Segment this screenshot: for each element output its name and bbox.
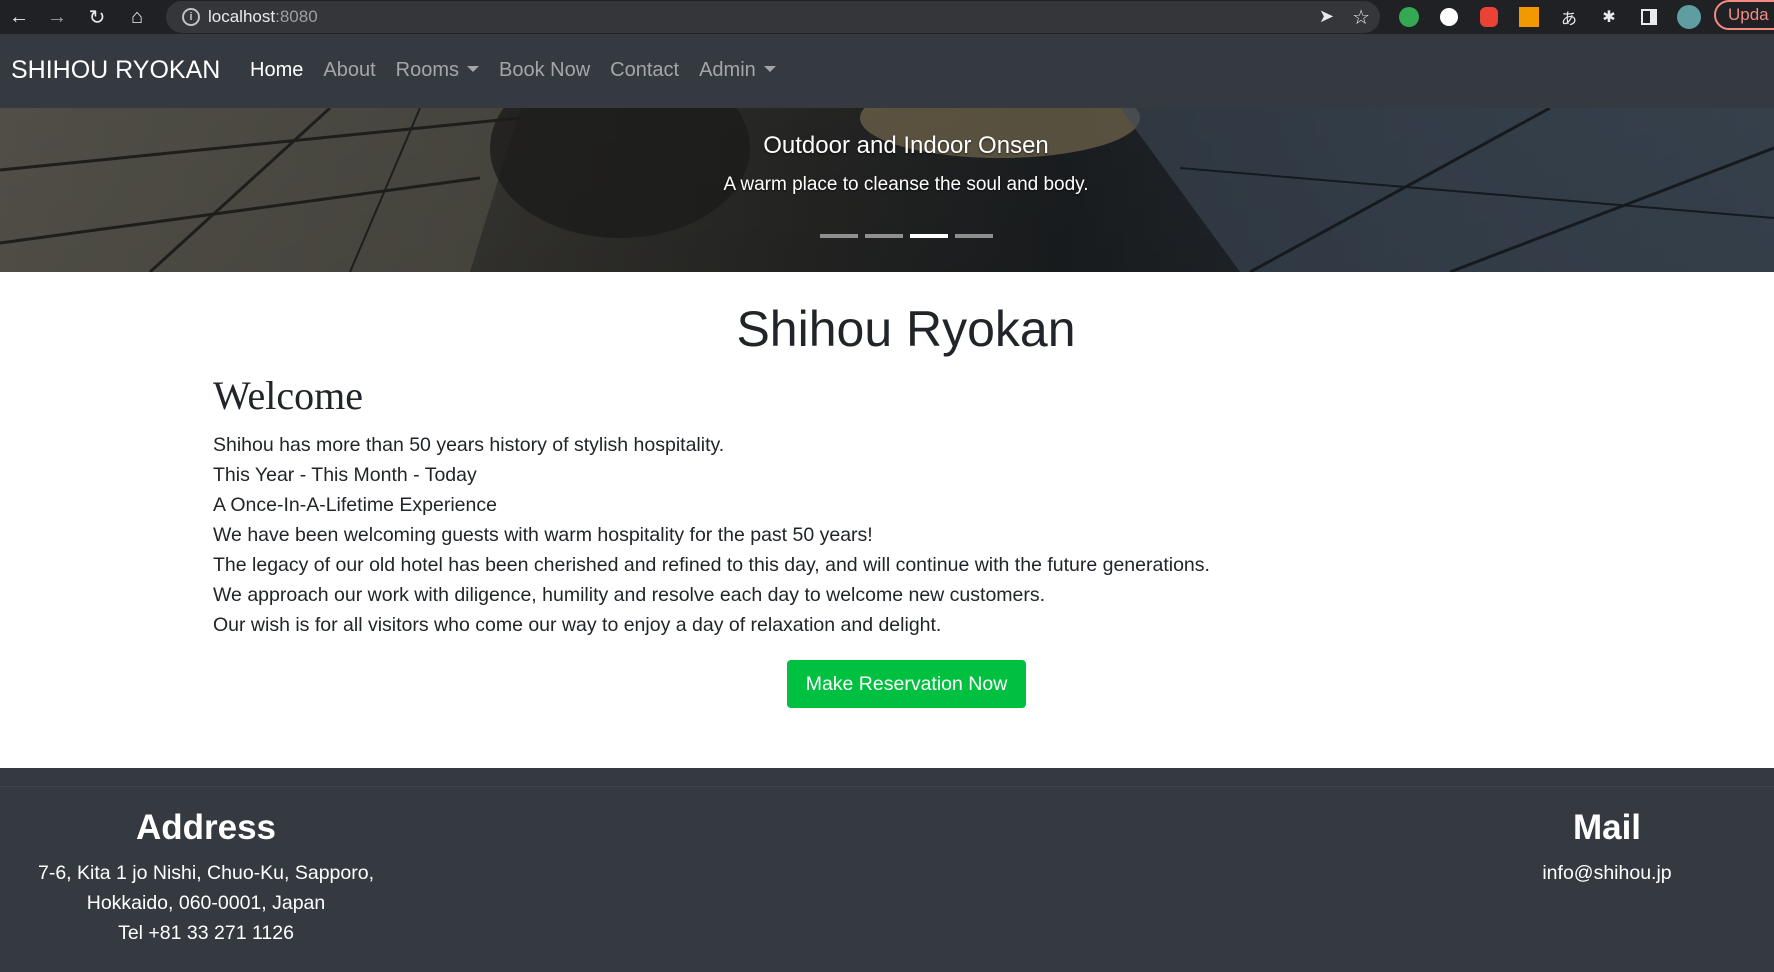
side-panel-icon[interactable]: [1636, 4, 1662, 30]
nav-admin-dropdown[interactable]: Admin: [699, 59, 776, 82]
welcome-line: The legacy of our old hotel has been che…: [213, 554, 1210, 576]
address-line: 7-6, Kita 1 jo Nishi, Chuo-Ku, Sapporo,: [37, 862, 374, 884]
carousel-indicators: [820, 234, 993, 238]
bookmark-star-icon[interactable]: ☆: [1352, 5, 1370, 30]
footer-mail: Mail info@shihou.jp: [1508, 808, 1706, 888]
send-icon[interactable]: ➤: [1319, 6, 1334, 27]
welcome-line: We approach our work with diligence, hum…: [213, 584, 1046, 606]
address-line: Hokkaido, 060-0001, Japan: [86, 892, 326, 914]
carousel-indicator-active[interactable]: [910, 234, 948, 238]
footer-divider: [0, 786, 1774, 787]
navbar-brand[interactable]: SHIHOU RYOKAN: [11, 56, 220, 85]
welcome-line: Shihou has more than 50 years history of…: [213, 434, 725, 456]
welcome-line: This Year - This Month - Today: [213, 464, 477, 486]
carousel-indicator[interactable]: [820, 234, 858, 238]
url-port: :8080: [275, 7, 318, 26]
mail-address[interactable]: info@shihou.jp: [1508, 858, 1706, 888]
site-info-icon[interactable]: i: [182, 8, 200, 26]
site-footer: Address 7-6, Kita 1 jo Nishi, Chuo-Ku, S…: [0, 768, 1774, 972]
nav-about[interactable]: About: [323, 59, 375, 82]
footer-address: Address 7-6, Kita 1 jo Nishi, Chuo-Ku, S…: [12, 808, 400, 948]
extension-green-icon[interactable]: [1396, 4, 1422, 30]
mail-heading: Mail: [1572, 808, 1642, 847]
hero-carousel[interactable]: Outdoor and Indoor Onsen A warm place to…: [0, 108, 1774, 272]
home-icon[interactable]: ⌂: [122, 2, 152, 32]
extension-red-hand-icon[interactable]: [1476, 4, 1502, 30]
url-text[interactable]: localhost:8080: [208, 7, 318, 27]
site-navbar: SHIHOU RYOKAN Home About Rooms Book Now …: [0, 34, 1774, 108]
extensions-puzzle-icon[interactable]: ✱: [1596, 4, 1622, 30]
welcome-text: Shihou has more than 50 years history of…: [213, 430, 1210, 640]
url-host: localhost: [208, 7, 276, 26]
carousel-indicator[interactable]: [865, 234, 903, 238]
welcome-line: Our wish is for all visitors who come ou…: [213, 614, 942, 636]
phone-line: Tel +81 33 271 1126: [118, 922, 294, 944]
address-bar[interactable]: i localhost:8080 ➤ ☆: [166, 1, 1380, 33]
browser-toolbar: ← → ↻ ⌂ i localhost:8080 ➤ ☆ あ ✱ Upda: [0, 0, 1774, 34]
nav-rooms-dropdown[interactable]: Rooms: [396, 59, 479, 82]
nav-book-now[interactable]: Book Now: [499, 59, 590, 82]
carousel-indicator[interactable]: [955, 234, 993, 238]
extension-white-icon[interactable]: [1436, 4, 1462, 30]
carousel-caption-text: A warm place to cleanse the soul and bod…: [723, 174, 1089, 195]
reload-icon[interactable]: ↻: [82, 2, 112, 32]
chevron-down-icon: [763, 66, 776, 72]
nav-home[interactable]: Home: [250, 59, 303, 82]
nav-admin-label: Admin: [699, 59, 756, 81]
welcome-line: A Once-In-A-Lifetime Experience: [213, 494, 497, 516]
extension-hiragana-icon[interactable]: あ: [1556, 4, 1582, 30]
extension-lh-icon[interactable]: [1516, 4, 1542, 30]
nav-contact[interactable]: Contact: [610, 59, 679, 82]
carousel-caption-title: Outdoor and Indoor Onsen: [763, 132, 1049, 159]
back-arrow-icon[interactable]: ←: [4, 2, 34, 32]
nav-links: Home About Rooms Book Now Contact Admin: [250, 59, 796, 82]
profile-avatar-icon[interactable]: [1676, 4, 1702, 30]
page-title: Shihou Ryokan: [736, 301, 1076, 357]
chevron-down-icon: [466, 66, 479, 72]
update-button[interactable]: Upda: [1714, 0, 1774, 30]
welcome-heading: Welcome: [213, 373, 364, 418]
nav-rooms-label: Rooms: [395, 59, 459, 81]
make-reservation-button[interactable]: Make Reservation Now: [787, 660, 1026, 708]
forward-arrow-icon[interactable]: →: [42, 2, 72, 32]
address-heading: Address: [135, 808, 277, 847]
welcome-line: We have been welcoming guests with warm …: [213, 524, 873, 546]
